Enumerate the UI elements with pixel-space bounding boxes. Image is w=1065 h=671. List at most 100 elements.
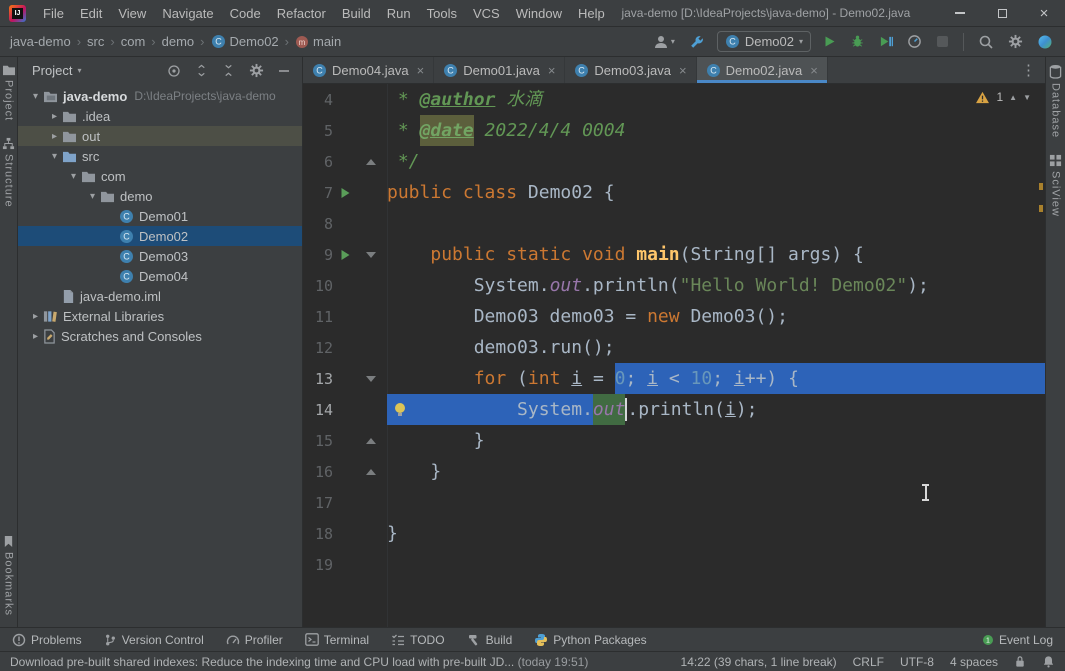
menu-build[interactable]: Build [334, 0, 379, 27]
code-line-10[interactable]: 10 System. out .println("Hello World! Demo… [303, 270, 1045, 301]
tree-item-demo04[interactable]: C Demo04 [18, 266, 302, 286]
run-with-profiler-button[interactable] [905, 32, 924, 51]
fold-open-icon[interactable] [366, 251, 376, 258]
tab-demo04.java[interactable]: C Demo04.java × [303, 57, 435, 83]
fold-close-icon[interactable] [366, 158, 376, 165]
fold-close-icon[interactable] [366, 468, 376, 475]
tree-item-out[interactable]: ▸ out [18, 126, 302, 146]
tool-window-python-packages[interactable]: Python Packages [534, 633, 647, 647]
settings-button[interactable] [1006, 32, 1025, 52]
encoding-widget[interactable]: UTF-8 [900, 655, 934, 669]
status-message[interactable]: Download pre-built shared indexes: Reduc… [10, 655, 665, 669]
menu-file[interactable]: File [35, 0, 72, 27]
code-with-me-button[interactable] [1035, 32, 1055, 52]
tree-item-demo02[interactable]: C Demo02 [18, 226, 302, 246]
code-line-14[interactable]: 14 System. out .println(i); [303, 394, 1045, 425]
chevron-open-icon[interactable]: ▾ [28, 91, 43, 102]
tree-item-external-libraries[interactable]: ▸ External Libraries [18, 306, 302, 326]
menu-navigate[interactable]: Navigate [154, 0, 221, 27]
intellij-logo-icon[interactable]: IJ [9, 4, 26, 22]
tree-item-.idea[interactable]: ▸ .idea [18, 106, 302, 126]
close-icon[interactable]: × [548, 63, 556, 78]
minimize-button[interactable] [939, 0, 981, 27]
caret-position-widget[interactable]: 14:22 (39 chars, 1 line break) [681, 655, 837, 669]
line-separator-widget[interactable]: CRLF [853, 655, 884, 669]
tool-stripe-structure[interactable]: Structure [2, 134, 16, 211]
menu-vcs[interactable]: VCS [465, 0, 508, 27]
run-config-selector[interactable]: C Demo02 ▾ [716, 31, 811, 52]
chevron-open-icon[interactable]: ▾ [85, 191, 100, 202]
run-with-coverage-button[interactable] [877, 32, 895, 51]
code-line-9[interactable]: 9 public static void main (String[] args)… [303, 239, 1045, 270]
tree-item-src[interactable]: ▾ src [18, 146, 302, 166]
tool-window-event-log[interactable]: 1 Event Log [982, 633, 1053, 647]
chevron-down-icon[interactable]: ▾ [77, 66, 81, 75]
code-line-8[interactable]: 8 [303, 208, 1045, 239]
code-line-12[interactable]: 12 demo03.run(); [303, 332, 1045, 363]
tool-window-profiler[interactable]: Profiler [226, 633, 283, 647]
collapse-all-button[interactable] [220, 62, 237, 79]
breadcrumb-main[interactable]: m main [295, 34, 341, 49]
menu-tools[interactable]: Tools [419, 0, 465, 27]
code-line-17[interactable]: 17 [303, 487, 1045, 518]
tree-item-demo[interactable]: ▾ demo [18, 186, 302, 206]
close-icon[interactable]: × [417, 63, 425, 78]
debug-button[interactable] [848, 32, 867, 51]
editor[interactable]: 4 * @author 水滴 5 * @date 2022/4/4 0004 6 *… [303, 84, 1045, 627]
indent-widget[interactable]: 4 spaces [950, 655, 998, 669]
next-problem-icon[interactable]: ▼ [1023, 93, 1031, 102]
code-line-11[interactable]: 11 Demo03 demo03 = new Demo03(); [303, 301, 1045, 332]
tree-item-scratches-and-consoles[interactable]: ▸ Scratches and Consoles [18, 326, 302, 346]
expand-all-button[interactable] [193, 62, 210, 79]
project-panel-title[interactable]: Project [32, 63, 72, 78]
fold-close-icon[interactable] [366, 437, 376, 444]
menu-view[interactable]: View [110, 0, 154, 27]
menu-code[interactable]: Code [222, 0, 269, 27]
tool-stripe-project[interactable]: Project [2, 61, 16, 124]
tab-demo03.java[interactable]: C Demo03.java × [565, 57, 697, 83]
code-line-7[interactable]: 7 public class Demo02 { [303, 177, 1045, 208]
tree-item-com[interactable]: ▾ com [18, 166, 302, 186]
tool-window-build[interactable]: Build [467, 633, 512, 647]
code-line-16[interactable]: 16 } [303, 456, 1045, 487]
close-icon[interactable]: × [679, 63, 687, 78]
tab-demo02.java[interactable]: C Demo02.java × [696, 57, 828, 83]
tool-stripe-bookmarks[interactable]: Bookmarks [3, 532, 15, 619]
chevron-closed-icon[interactable]: ▸ [47, 131, 62, 142]
code-line-5[interactable]: 5 * @date 2022/4/4 0004 [303, 115, 1045, 146]
code-line-13[interactable]: 13 for (int i = 0; i < 10; i ++) { [303, 363, 1045, 394]
menu-run[interactable]: Run [379, 0, 419, 27]
prev-problem-icon[interactable]: ▲ [1009, 93, 1017, 102]
code-line-6[interactable]: 6 */ [303, 146, 1045, 177]
run-line-icon[interactable] [340, 249, 351, 261]
menu-refactor[interactable]: Refactor [269, 0, 334, 27]
locate-file-button[interactable] [165, 62, 183, 80]
lock-icon[interactable] [1014, 655, 1026, 668]
breadcrumb-demo[interactable]: demo [162, 34, 195, 49]
tool-window-terminal[interactable]: Terminal [304, 633, 369, 647]
chevron-closed-icon[interactable]: ▸ [47, 111, 62, 122]
tree-item-java-demo[interactable]: ▾ java-demo D:\IdeaProjects\java-demo [18, 86, 302, 106]
breadcrumb-java-demo[interactable]: java-demo [10, 34, 71, 49]
hide-panel-button[interactable] [276, 63, 292, 79]
tool-window-problems[interactable]: Problems [12, 633, 82, 647]
intention-bulb-icon[interactable] [393, 402, 407, 417]
code-line-18[interactable]: 18} [303, 518, 1045, 549]
tab-options-icon[interactable]: ⋮ [1012, 61, 1045, 79]
menu-edit[interactable]: Edit [72, 0, 110, 27]
chevron-closed-icon[interactable]: ▸ [28, 311, 43, 322]
scrollbar-warning-mark[interactable] [1039, 183, 1043, 190]
breadcrumb-com[interactable]: com [121, 34, 146, 49]
tool-window-todo[interactable]: TODO [391, 633, 445, 647]
stop-button[interactable] [934, 32, 951, 51]
chevron-closed-icon[interactable]: ▸ [28, 331, 43, 342]
build-project-button[interactable] [687, 32, 707, 52]
code-line-19[interactable]: 19 [303, 549, 1045, 580]
chevron-open-icon[interactable]: ▾ [47, 151, 62, 162]
breadcrumb-src[interactable]: src [87, 34, 104, 49]
tool-stripe-database[interactable]: Database [1049, 61, 1062, 141]
chevron-open-icon[interactable]: ▾ [66, 171, 81, 182]
run-button[interactable] [821, 32, 838, 51]
panel-settings-button[interactable] [247, 61, 266, 80]
close-button[interactable]: × [1023, 0, 1065, 27]
